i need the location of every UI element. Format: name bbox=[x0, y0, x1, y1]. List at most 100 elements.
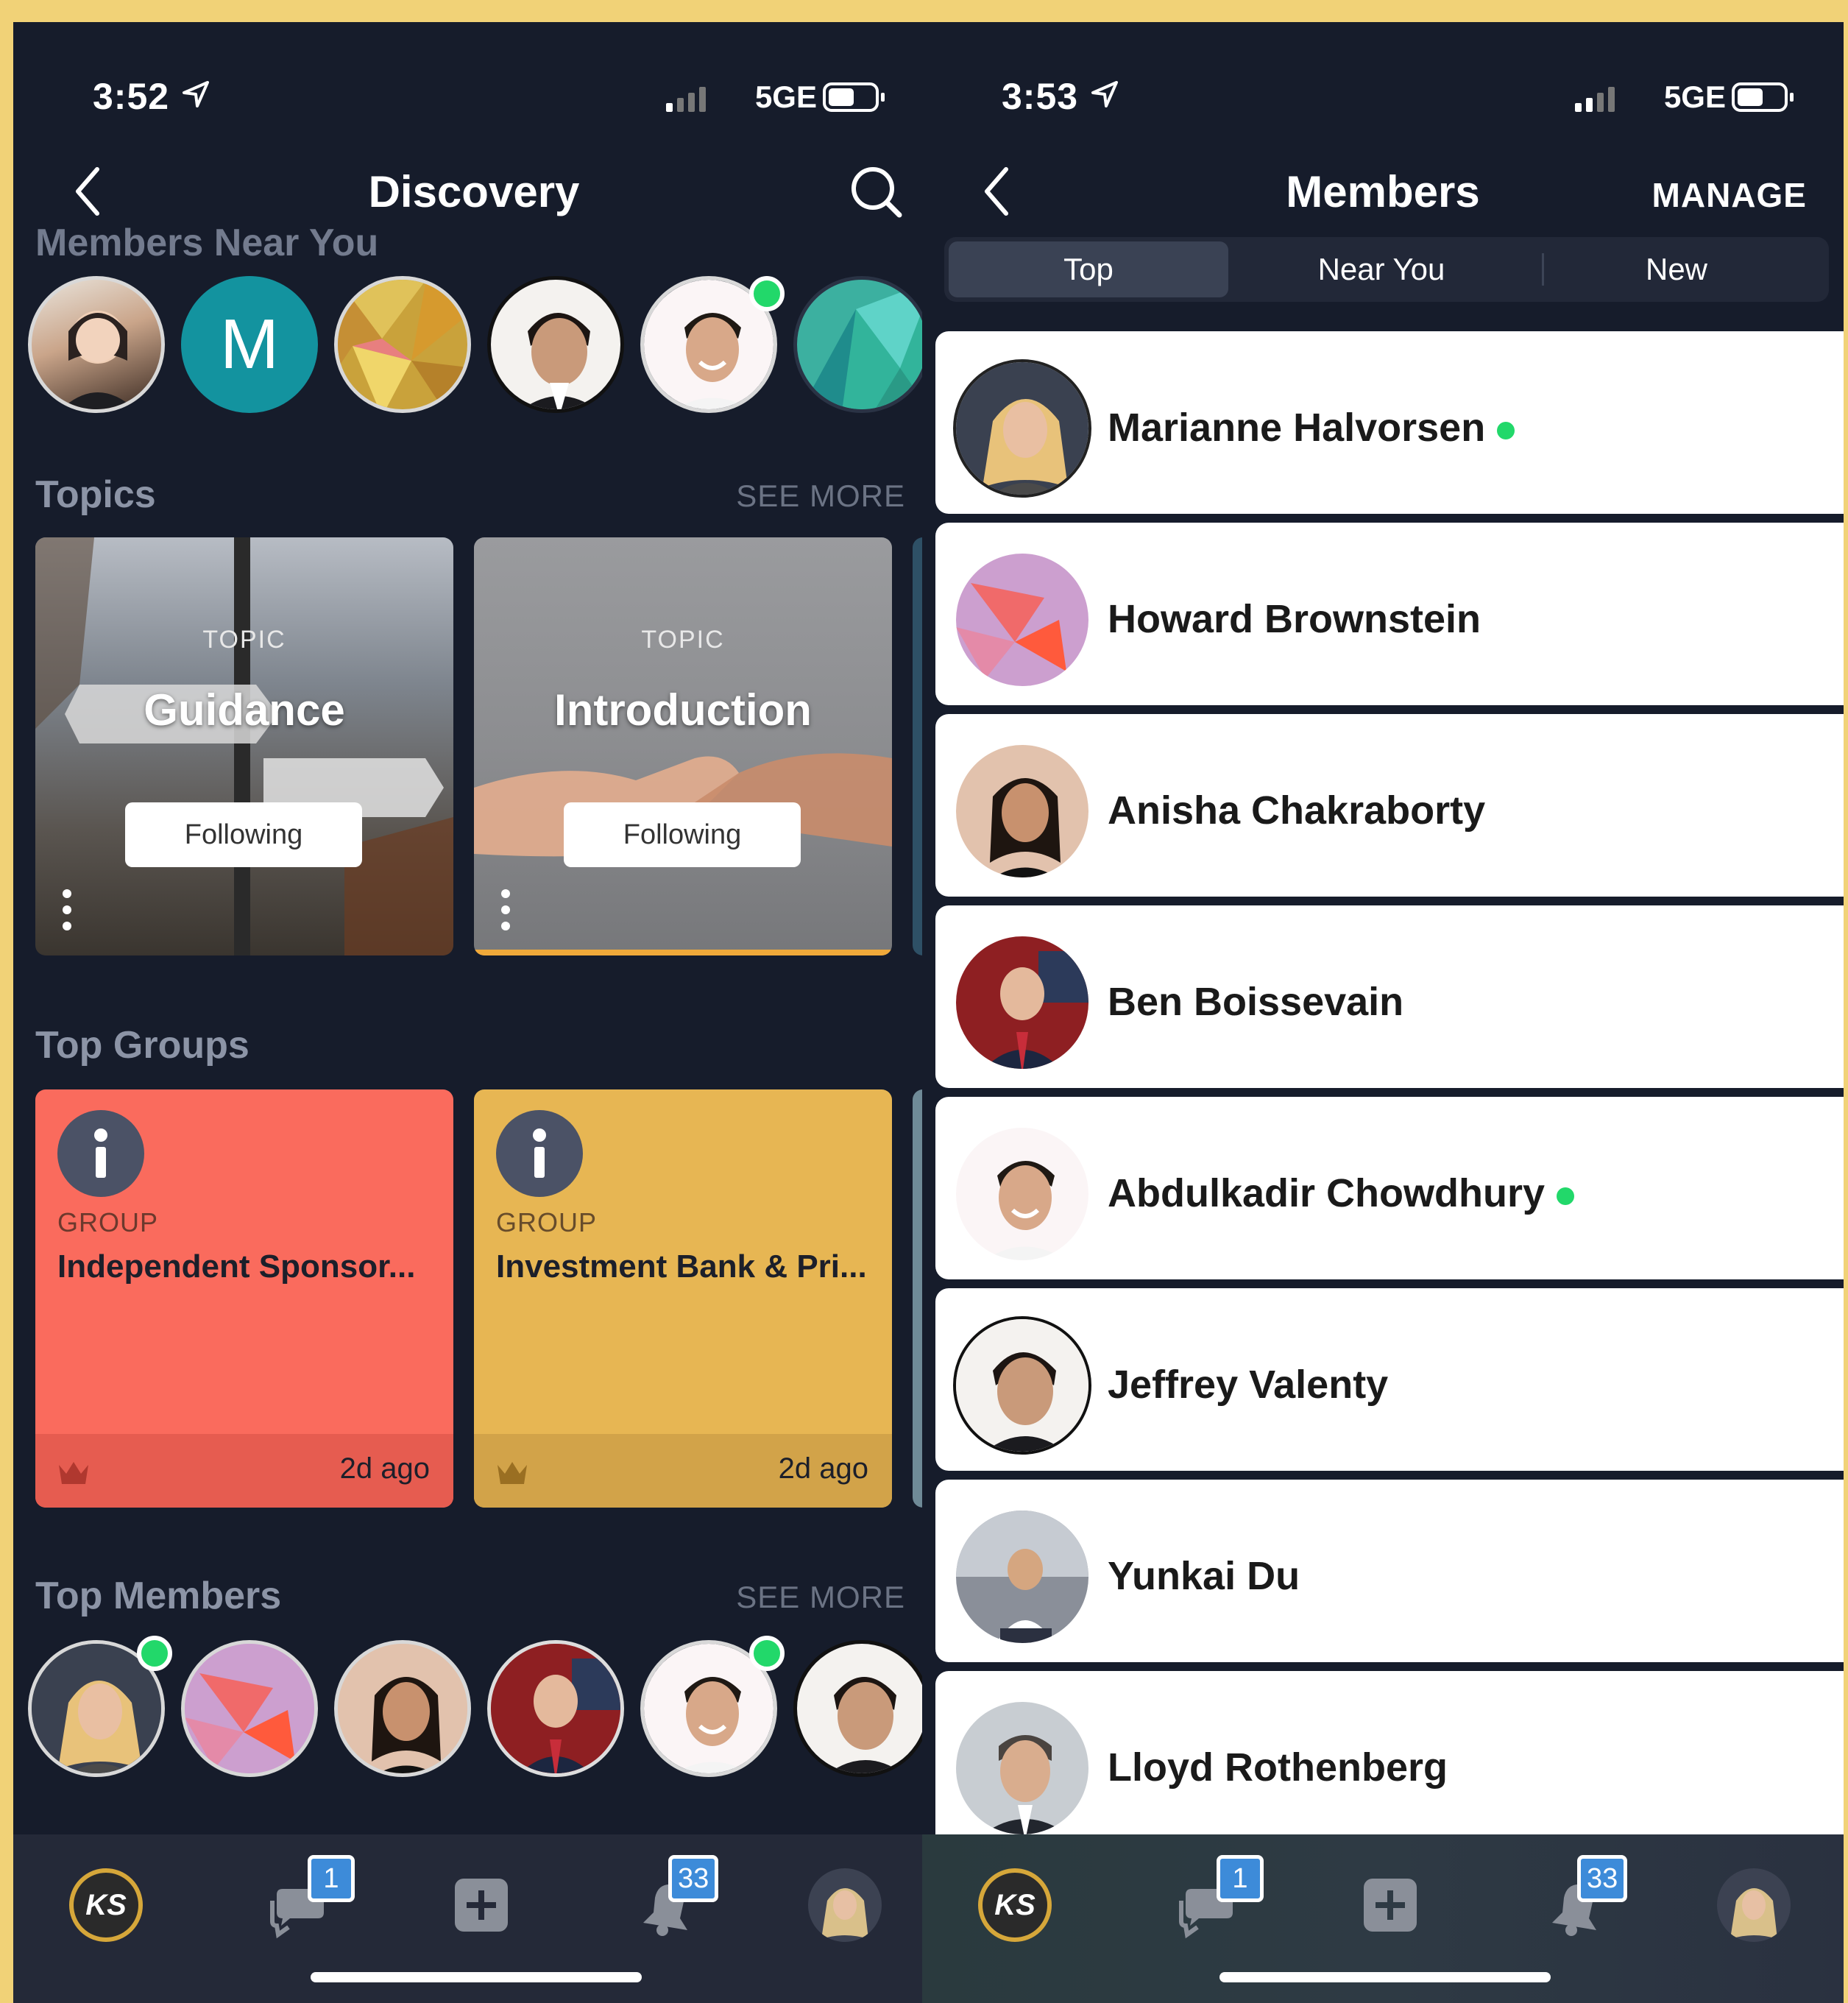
avatar[interactable] bbox=[181, 1640, 318, 1777]
crown-icon bbox=[498, 1462, 527, 1484]
more-options-icon[interactable] bbox=[62, 888, 72, 932]
location-arrow-icon bbox=[183, 81, 209, 107]
top-groups-title: Top Groups bbox=[35, 1024, 249, 1067]
status-bar: 3:53 5GE bbox=[922, 52, 1844, 117]
more-options-icon[interactable] bbox=[500, 888, 511, 932]
discovery-screen: 3:52 5GE Discovery Members Near You M To… bbox=[13, 22, 935, 2003]
online-indicator bbox=[1557, 1187, 1574, 1205]
status-bar: 3:52 5GE bbox=[13, 52, 935, 117]
signal-icon bbox=[666, 87, 706, 112]
near-you-avatar-row: M bbox=[28, 276, 935, 416]
avatar[interactable] bbox=[793, 276, 930, 413]
add-icon[interactable] bbox=[1353, 1868, 1427, 1942]
member-name: Marianne Halvorsen bbox=[1108, 405, 1515, 451]
avatar bbox=[953, 1316, 1091, 1455]
members-screen: 3:53 5GE Members MANAGE Top Near You New… bbox=[922, 22, 1844, 2003]
topics-title: Topics bbox=[35, 473, 156, 516]
member-name: Anisha Chakraborty bbox=[1108, 788, 1486, 833]
tab-new[interactable]: New bbox=[1537, 241, 1816, 297]
member-name: Jeffrey Valenty bbox=[1108, 1363, 1389, 1407]
member-row[interactable]: Jeffrey Valenty bbox=[935, 1288, 1844, 1471]
avatar bbox=[953, 1508, 1091, 1646]
topics-see-more-link[interactable]: SEE MORE bbox=[736, 478, 905, 514]
avatar[interactable] bbox=[487, 1640, 624, 1777]
member-row[interactable]: Abdulkadir Chowdhury bbox=[935, 1097, 1844, 1279]
member-name: Howard Brownstein bbox=[1108, 597, 1481, 641]
home-logo-icon[interactable]: KS bbox=[69, 1868, 143, 1942]
members-filter-tabs: Top Near You New bbox=[944, 237, 1829, 302]
messages-badge: 1 bbox=[1217, 1855, 1264, 1902]
avatar[interactable] bbox=[28, 276, 165, 413]
online-indicator bbox=[749, 276, 785, 311]
group-footer: 2d ago bbox=[35, 1434, 453, 1508]
group-label: GROUP bbox=[57, 1207, 159, 1237]
following-button[interactable]: Following bbox=[564, 802, 801, 867]
add-icon[interactable] bbox=[445, 1868, 518, 1942]
tab-near-you[interactable]: Near You bbox=[1242, 241, 1521, 297]
member-row[interactable]: Ben Boissevain bbox=[935, 905, 1844, 1088]
avatar bbox=[953, 742, 1091, 880]
member-row[interactable]: Anisha Chakraborty bbox=[935, 714, 1844, 897]
group-time-ago: 2d ago bbox=[339, 1452, 430, 1485]
member-row[interactable]: Howard Brownstein bbox=[935, 523, 1844, 705]
member-row[interactable]: Lloyd Rothenberg bbox=[935, 1671, 1844, 1854]
logo-text: KS bbox=[994, 1888, 1035, 1921]
battery-icon bbox=[1732, 82, 1794, 112]
topic-name: Introduction bbox=[554, 685, 812, 735]
following-button[interactable]: Following bbox=[125, 802, 362, 867]
info-icon bbox=[57, 1110, 144, 1197]
profile-avatar[interactable] bbox=[1717, 1868, 1791, 1942]
signpost-image bbox=[35, 537, 453, 955]
topic-card-guidance[interactable]: TOPIC Guidance Following bbox=[35, 537, 453, 955]
members-near-you-title: Members Near You bbox=[35, 222, 379, 264]
notifications-badge: 33 bbox=[668, 1855, 719, 1902]
avatar[interactable] bbox=[793, 1640, 930, 1777]
group-time-ago: 2d ago bbox=[778, 1452, 868, 1485]
search-icon[interactable] bbox=[846, 162, 905, 221]
nav-header: Members MANAGE bbox=[922, 140, 1844, 243]
logo-text: KS bbox=[85, 1888, 127, 1921]
topic-label: TOPIC bbox=[202, 626, 286, 654]
profile-avatar[interactable] bbox=[808, 1868, 882, 1942]
tab-bar: KS 1 33 bbox=[13, 1834, 935, 2003]
online-indicator bbox=[749, 1636, 785, 1671]
home-indicator bbox=[1219, 1972, 1551, 1982]
group-footer: 2d ago bbox=[474, 1434, 892, 1508]
member-name: Ben Boissevain bbox=[1108, 980, 1404, 1024]
page-title: Discovery bbox=[368, 167, 580, 216]
home-logo-icon[interactable]: KS bbox=[978, 1868, 1052, 1942]
member-name-text: Marianne Halvorsen bbox=[1108, 406, 1486, 450]
topic-label: TOPIC bbox=[641, 626, 725, 654]
member-row[interactable]: Marianne Halvorsen bbox=[935, 331, 1844, 514]
group-card[interactable]: GROUP Independent Sponsor... 2d ago bbox=[35, 1089, 453, 1508]
topic-card-introduction[interactable]: TOPIC Introduction Following bbox=[474, 537, 892, 955]
online-indicator bbox=[1497, 421, 1515, 439]
online-indicator bbox=[137, 1636, 172, 1671]
top-members-see-more-link[interactable]: SEE MORE bbox=[736, 1580, 905, 1615]
member-name: Lloyd Rothenberg bbox=[1108, 1745, 1448, 1790]
group-name: Investment Bank & Pri... bbox=[496, 1248, 867, 1285]
network-label: 5GE bbox=[754, 80, 817, 114]
avatar-letter: M bbox=[220, 305, 279, 384]
member-row[interactable]: Yunkai Du bbox=[935, 1480, 1844, 1662]
manage-button[interactable]: MANAGE bbox=[1652, 175, 1807, 215]
status-time: 3:53 bbox=[1002, 76, 1079, 117]
location-arrow-icon bbox=[1091, 81, 1118, 107]
network-label: 5GE bbox=[1663, 80, 1726, 114]
avatar bbox=[953, 1125, 1091, 1263]
tab-top[interactable]: Top bbox=[949, 241, 1228, 297]
member-name-text: Abdulkadir Chowdhury bbox=[1108, 1171, 1545, 1215]
avatar[interactable] bbox=[334, 1640, 471, 1777]
avatar bbox=[953, 933, 1091, 1072]
messages-badge: 1 bbox=[308, 1855, 355, 1902]
avatar[interactable] bbox=[487, 276, 624, 413]
crown-icon bbox=[59, 1462, 88, 1484]
battery-icon bbox=[823, 82, 885, 112]
home-indicator bbox=[311, 1972, 642, 1982]
group-name: Independent Sponsor... bbox=[57, 1248, 416, 1285]
avatar[interactable]: M bbox=[181, 276, 318, 413]
avatar[interactable] bbox=[334, 276, 471, 413]
member-name: Abdulkadir Chowdhury bbox=[1108, 1170, 1574, 1216]
group-card[interactable]: GROUP Investment Bank & Pri... 2d ago bbox=[474, 1089, 892, 1508]
member-name: Yunkai Du bbox=[1108, 1554, 1300, 1598]
